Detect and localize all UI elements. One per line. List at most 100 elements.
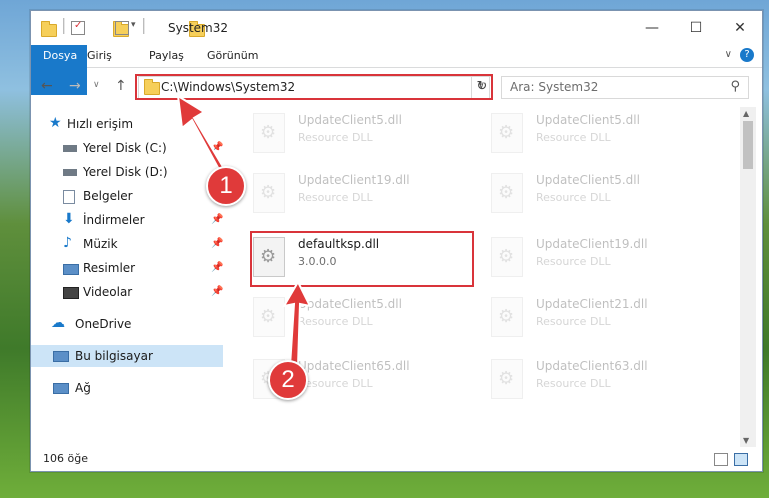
video-icon — [63, 287, 79, 299]
pin-icon[interactable]: 📌 — [211, 233, 223, 255]
file-item[interactable]: UpdateClient19.dll Resource DLL — [226, 167, 446, 217]
network-icon — [53, 383, 69, 394]
file-item[interactable]: UpdateClient5.dll Resource DLL — [464, 107, 684, 157]
up-arrow-icon[interactable]: ↑ — [115, 78, 127, 94]
tab-share[interactable]: Paylaş — [137, 45, 196, 67]
documents-icon — [63, 190, 75, 204]
file-name: UpdateClient19.dll — [536, 237, 648, 251]
nav-item-music[interactable]: ♪ Müzik 📌 — [31, 233, 223, 255]
navigation-bar: ← → ∨ ↑ C:\Windows\System32 ∨ ↻ Ara: Sys… — [31, 68, 762, 102]
nav-label: Ağ — [75, 381, 91, 395]
file-name: UpdateClient5.dll — [536, 113, 640, 127]
search-placeholder[interactable]: Ara: System32 — [510, 80, 598, 94]
cloud-icon: ☁ — [51, 315, 65, 331]
dll-file-icon — [253, 173, 285, 213]
title-bar: | ✓ ▾ | System32 — ☐ ✕ — [31, 11, 762, 45]
nav-item-this-pc[interactable]: Bu bilgisayar — [31, 345, 223, 367]
pin-icon[interactable]: 📌 — [211, 209, 223, 231]
nav-item-network[interactable]: Ağ — [31, 377, 223, 399]
nav-label: Yerel Disk (D:) — [83, 165, 168, 179]
download-icon: ⬇ — [63, 211, 75, 227]
file-item[interactable]: UpdateClient63.dll Resource DLL — [464, 353, 684, 403]
recent-locations-icon[interactable]: ∨ — [93, 80, 100, 90]
customize-icon[interactable] — [115, 21, 129, 35]
dll-file-icon — [491, 237, 523, 277]
file-name: UpdateClient5.dll — [536, 173, 640, 187]
file-item[interactable]: UpdateClient65.dll Resource DLL — [226, 353, 446, 403]
star-icon: ★ — [49, 115, 62, 131]
dll-file-icon — [253, 113, 285, 153]
file-list: UpdateClient5.dll Resource DLL UpdateCli… — [226, 107, 740, 447]
computer-icon — [53, 351, 69, 362]
search-box[interactable]: Ara: System32 ⚲ — [501, 76, 749, 99]
separator: | — [141, 15, 147, 34]
chevron-down-icon[interactable]: ▾ — [131, 20, 136, 36]
file-item[interactable]: UpdateClient21.dll Resource DLL — [464, 291, 684, 341]
vertical-scrollbar[interactable]: ▲ ▼ — [740, 107, 756, 447]
help-icon[interactable]: ? — [740, 48, 754, 62]
forward-arrow-icon[interactable]: → — [69, 78, 81, 94]
item-count: 106 öğe — [43, 452, 88, 465]
step-badge-1: 1 — [206, 166, 246, 206]
nav-label: Müzik — [83, 237, 118, 251]
music-icon: ♪ — [63, 235, 72, 251]
expand-ribbon-icon[interactable]: ∨ — [725, 49, 732, 60]
nav-item-videos[interactable]: Videolar 📌 — [31, 281, 223, 303]
minimize-button[interactable]: — — [630, 11, 674, 45]
details-view-icon[interactable] — [714, 453, 728, 466]
file-highlight-box — [250, 231, 474, 287]
maximize-button[interactable]: ☐ — [674, 11, 718, 45]
file-item[interactable]: UpdateClient5.dll Resource DLL — [226, 291, 446, 341]
properties-icon[interactable]: ✓ — [71, 20, 85, 35]
tab-home[interactable]: Giriş — [75, 45, 124, 67]
search-icon[interactable]: ⚲ — [730, 79, 740, 94]
nav-item-downloads[interactable]: ⬇ İndirmeler 📌 — [31, 209, 223, 231]
file-type: Resource DLL — [298, 377, 373, 390]
folder-icon — [41, 21, 57, 37]
nav-label: Yerel Disk (C:) — [83, 141, 167, 155]
scroll-up-icon[interactable]: ▲ — [743, 109, 749, 118]
pin-icon[interactable]: 📌 — [211, 257, 223, 279]
window-title: System32 — [168, 21, 229, 35]
drive-icon — [63, 169, 77, 176]
nav-item-pictures[interactable]: Resimler 📌 — [31, 257, 223, 279]
file-type: Resource DLL — [536, 315, 611, 328]
ribbon: Dosya Giriş Paylaş Görünüm ∨ ? — [31, 45, 762, 95]
file-name: UpdateClient63.dll — [536, 359, 648, 373]
file-item[interactable]: UpdateClient5.dll Resource DLL — [464, 167, 684, 217]
dll-file-icon — [491, 173, 523, 213]
scroll-thumb[interactable] — [743, 121, 753, 169]
nav-label: İndirmeler — [83, 213, 145, 227]
file-type: Resource DLL — [298, 191, 373, 204]
file-type: Resource DLL — [536, 131, 611, 144]
file-type: Resource DLL — [536, 255, 611, 268]
file-name: UpdateClient19.dll — [298, 173, 410, 187]
pictures-icon — [63, 264, 79, 275]
tab-view[interactable]: Görünüm — [195, 45, 270, 67]
nav-label: OneDrive — [75, 317, 132, 331]
file-type: Resource DLL — [298, 131, 373, 144]
pin-icon[interactable]: 📌 — [211, 281, 223, 303]
nav-label: Hızlı erişim — [67, 117, 134, 131]
nav-item-onedrive[interactable]: ☁ OneDrive — [31, 313, 223, 335]
file-type: Resource DLL — [536, 377, 611, 390]
file-name: UpdateClient5.dll — [298, 113, 402, 127]
nav-label: Bu bilgisayar — [75, 349, 153, 363]
file-type: Resource DLL — [536, 191, 611, 204]
large-icons-view-icon[interactable] — [734, 453, 748, 466]
drive-icon — [63, 145, 77, 152]
file-item[interactable]: UpdateClient19.dll Resource DLL — [464, 231, 684, 281]
nav-label: Belgeler — [83, 189, 133, 203]
back-arrow-icon[interactable]: ← — [41, 78, 53, 94]
dll-file-icon — [491, 113, 523, 153]
separator: | — [61, 15, 67, 34]
file-item[interactable]: UpdateClient5.dll Resource DLL — [226, 107, 446, 157]
nav-label: Videolar — [83, 285, 133, 299]
explorer-window: | ✓ ▾ | System32 — ☐ ✕ Dosya Giriş Payla… — [30, 10, 763, 472]
status-bar: 106 öğe — [31, 447, 762, 471]
dll-file-icon — [491, 297, 523, 337]
scroll-down-icon[interactable]: ▼ — [743, 436, 749, 445]
nav-label: Resimler — [83, 261, 136, 275]
file-name: UpdateClient21.dll — [536, 297, 648, 311]
close-button[interactable]: ✕ — [718, 11, 762, 45]
